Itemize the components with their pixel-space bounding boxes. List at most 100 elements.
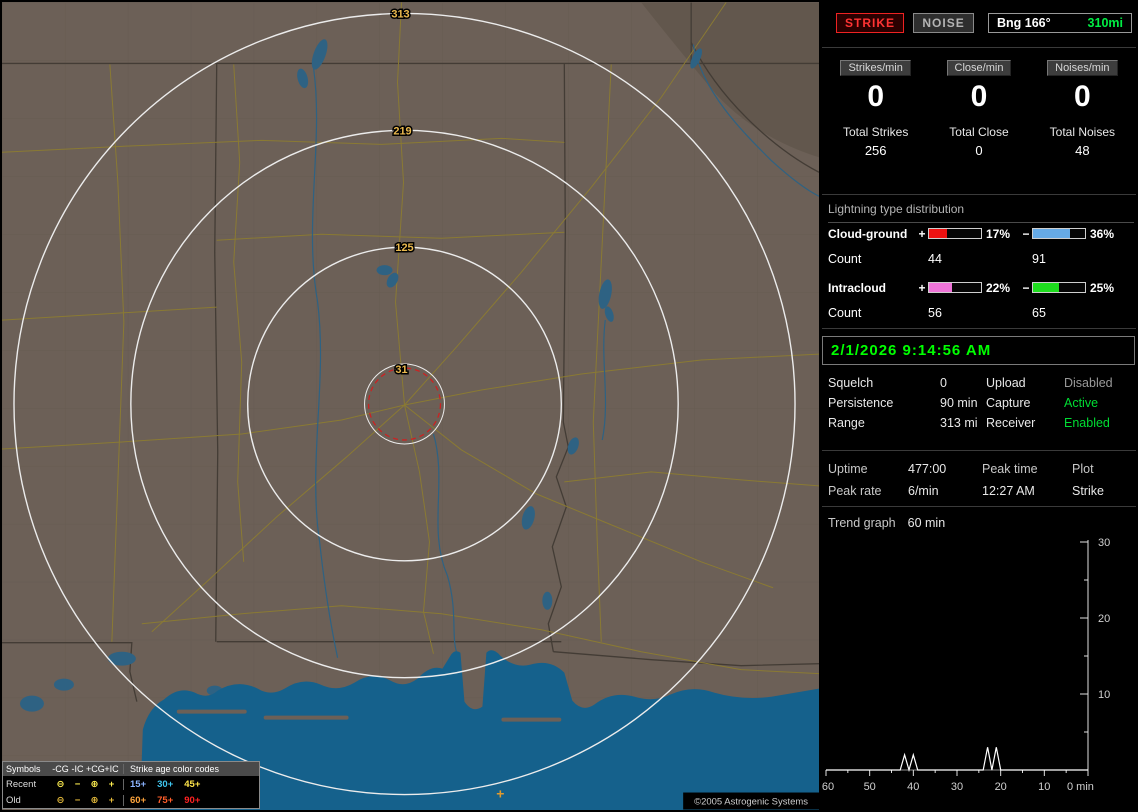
legend-recent-label: Recent (6, 778, 37, 790)
x-tick-20: 20 (995, 781, 1007, 793)
total-close-label: Total Close (949, 125, 1009, 139)
ring-label-31: 31 (395, 364, 407, 376)
cg-negative-bar (1032, 228, 1086, 239)
x-tick-60: 60 (822, 781, 834, 793)
capture-status: Active (1064, 396, 1099, 410)
x-tick-0: 0 min (1067, 781, 1094, 793)
squelch-value: 0 (940, 376, 947, 390)
peak-time-value: 12:27 AM (982, 484, 1035, 498)
age-code-15: 15+ (130, 778, 147, 790)
datetime-display: 2/1/2026 9:14:56 AM (822, 336, 1135, 365)
ic-positive-bar (928, 282, 982, 293)
x-tick-10: 10 (1038, 781, 1050, 793)
recent-pos-ic-icon: + (108, 778, 115, 790)
recent-neg-ic-icon: − (74, 778, 81, 790)
peak-time-label: Peak time (982, 462, 1038, 476)
trend-graph-label: Trend graph (828, 516, 896, 530)
strikes-per-min-button[interactable]: Strikes/min (840, 60, 911, 76)
minus-sign: − (1022, 226, 1030, 241)
cg-negative-pct: 36% (1090, 226, 1115, 241)
uptime-value: 477:00 (908, 462, 947, 476)
ic-negative-bar (1032, 282, 1086, 293)
cloud-ground-row: Cloud-ground + 17% − 36% (828, 226, 1136, 241)
old-neg-ic-icon: − (74, 794, 81, 806)
count-label: Count (828, 305, 862, 320)
ic-negative-pct: 25% (1090, 280, 1115, 295)
plot-label: Plot (1072, 462, 1094, 476)
range-label: Range (828, 416, 865, 430)
receiver-label: Receiver (986, 416, 1036, 430)
map-legend: Symbols -CG -IC +CG +IC Strike age color… (2, 761, 260, 809)
total-noises-label: Total Noises (1049, 125, 1116, 139)
total-strikes-value: 256 (864, 143, 887, 158)
cloud-ground-count-row: Count 44 91 (828, 251, 1136, 266)
old-neg-cg-icon: ⊖ (56, 794, 65, 806)
age-code-75: 75+ (157, 794, 174, 806)
lightning-map[interactable]: 313 219 125 31 + ©2005 Astrogenic System… (2, 2, 819, 810)
squelch-label: Squelch (828, 376, 874, 390)
copyright-text: ©2005 Astrogenic Systems (694, 797, 808, 808)
recent-pos-cg-icon: ⊕ (90, 778, 99, 790)
total-noises-value: 48 (1075, 143, 1090, 158)
plus-sign: + (918, 280, 926, 295)
noises-per-min-button[interactable]: Noises/min (1047, 60, 1118, 76)
legend-symbols-header: Symbols (6, 764, 41, 774)
uptime-label: Uptime (828, 462, 868, 476)
close-per-min-value: 0 (970, 80, 988, 113)
capture-label: Capture (986, 396, 1031, 410)
trend-graph: 30 20 10 60 50 40 30 20 10 0 min (822, 537, 1110, 793)
receiver-status: Enabled (1064, 416, 1110, 430)
info-block: Uptime 477:00 Peak time Plot Peak rate 6… (828, 462, 1134, 506)
age-code-30: 30+ (157, 778, 174, 790)
peak-rate-label: Peak rate (828, 484, 882, 498)
legend-col-neg-cg: -CG (52, 764, 69, 774)
legend-col-pos-ic: +IC (104, 764, 119, 774)
total-strikes-label: Total Strikes (842, 125, 909, 139)
cg-positive-pct: 17% (986, 226, 1011, 241)
legend-old-label: Old (6, 794, 21, 806)
nexstorm-window: 313 219 125 31 + ©2005 Astrogenic System… (0, 0, 1138, 812)
peak-rate-value: 6/min (908, 484, 939, 498)
age-code-45: 45+ (184, 778, 201, 790)
ic-negative-count: 65 (1032, 305, 1046, 320)
bearing-range-value: 310mi (1087, 16, 1123, 30)
y-tick-10: 10 (1098, 689, 1110, 701)
minus-sign: − (1022, 280, 1030, 295)
intracloud-count-row: Count 56 65 (828, 305, 1136, 320)
ic-positive-count: 56 (928, 305, 942, 320)
trend-line (826, 747, 1088, 773)
x-tick-30: 30 (951, 781, 963, 793)
cg-negative-count: 91 (1032, 251, 1046, 266)
y-tick-20: 20 (1098, 613, 1110, 625)
upload-status: Disabled (1064, 376, 1113, 390)
close-per-min-button[interactable]: Close/min (946, 60, 1012, 76)
cg-positive-bar (928, 228, 982, 239)
rate-counters: Strikes/min 0 Total Strikes 256 Close/mi… (824, 60, 1134, 158)
x-tick-40: 40 (907, 781, 919, 793)
x-tick-50: 50 (864, 781, 876, 793)
persistence-value: 90 min (940, 396, 978, 410)
old-pos-cg-icon: ⊕ (90, 794, 99, 806)
copyright: ©2005 Astrogenic Systems (683, 792, 819, 810)
strike-toggle-button[interactable]: STRIKE (836, 13, 905, 33)
bearing-readout: Bng 166° 310mi (988, 13, 1132, 33)
trend-window-value: 60 min (907, 516, 946, 530)
intracloud-label: Intracloud (828, 280, 887, 295)
legend-age-header: Strike age color codes (123, 764, 256, 774)
ring-label-219: 219 (393, 125, 411, 137)
legend-col-neg-ic: -IC (71, 764, 84, 774)
distribution-title: Lightning type distribution (828, 202, 1134, 223)
noise-toggle-button[interactable]: NOISE (913, 13, 974, 33)
legend-col-pos-cg: +CG (86, 764, 105, 774)
ic-positive-pct: 22% (986, 280, 1011, 295)
plus-sign: + (918, 226, 926, 241)
settings-block: Squelch 0 Upload Disabled Persistence 90… (828, 376, 1134, 436)
age-code-60: 60+ (130, 794, 147, 806)
strike-symbol: + (496, 786, 504, 802)
ring-label-125: 125 (395, 242, 413, 254)
bearing-value: Bng 166° (997, 16, 1051, 30)
noises-per-min-value: 0 (1073, 80, 1091, 113)
old-pos-ic-icon: + (108, 794, 115, 806)
total-close-value: 0 (975, 143, 983, 158)
recent-neg-cg-icon: ⊖ (56, 778, 65, 790)
